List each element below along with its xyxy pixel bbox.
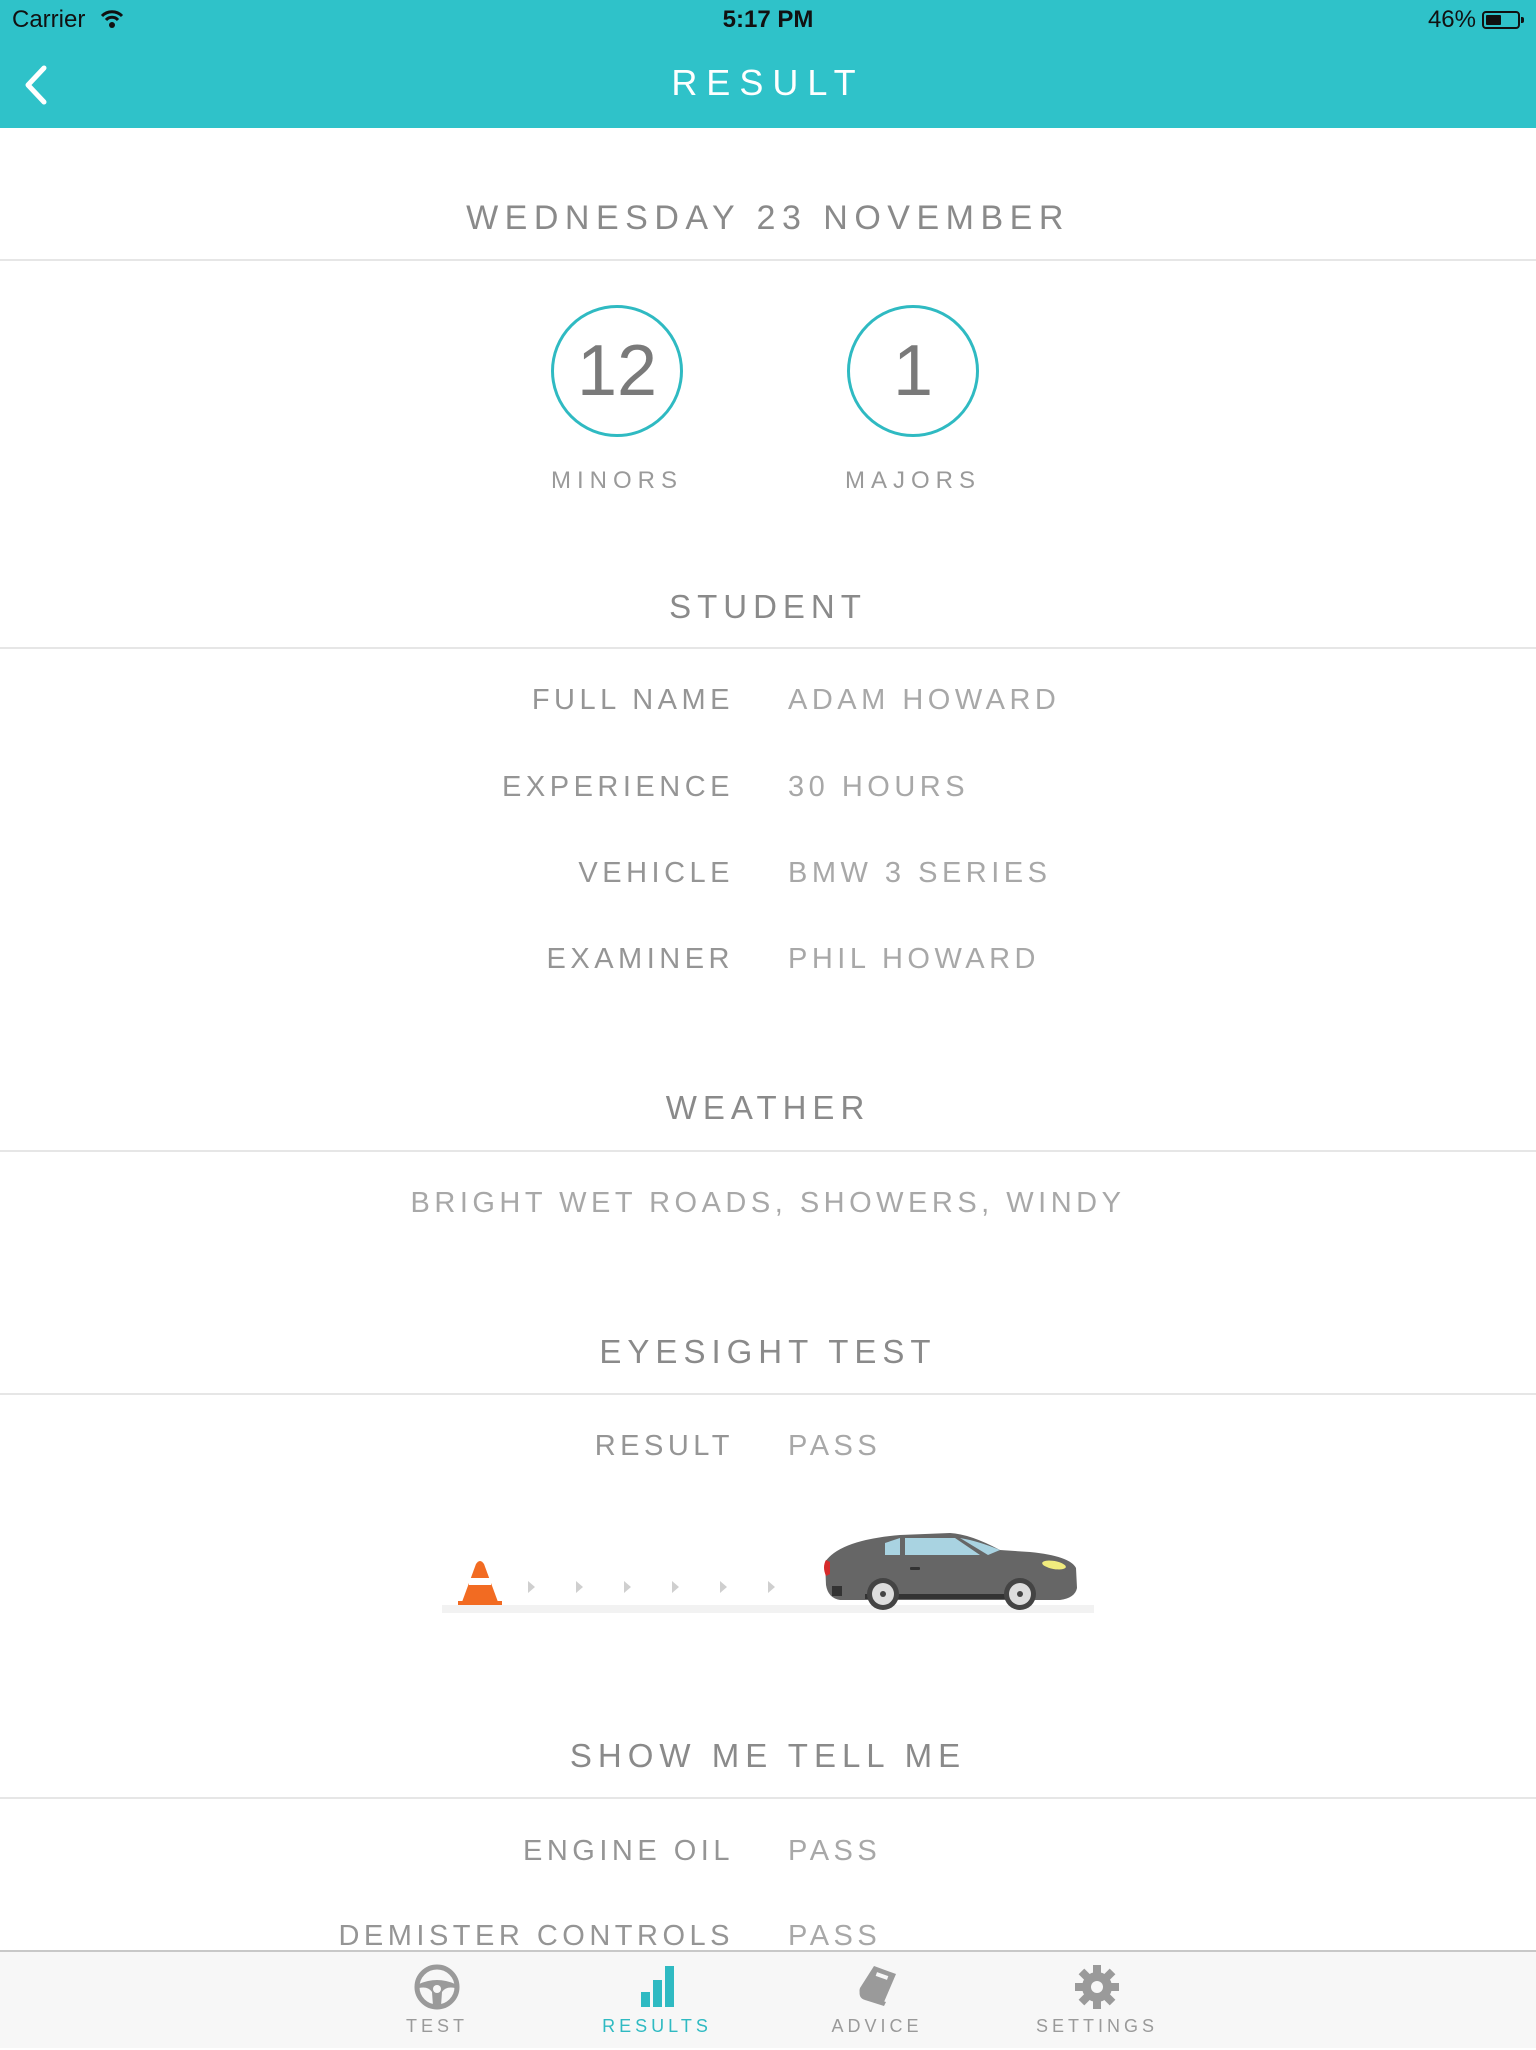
tab-label: RESULTS xyxy=(602,2016,712,2036)
examiner-value: PHIL HOWARD xyxy=(788,943,1040,975)
minors-count: 12 xyxy=(551,305,683,437)
weather-value: BRIGHT WET ROADS, SHOWERS, WINDY xyxy=(410,1187,1126,1219)
road xyxy=(442,1605,1094,1613)
car-icon xyxy=(824,1533,1077,1610)
full-name-value: ADAM HOWARD xyxy=(788,684,1061,716)
section-title-show-me-tell-me: SHOW ME TELL ME xyxy=(569,1737,967,1774)
battery-icon xyxy=(1482,11,1524,29)
tab-results[interactable]: RESULTS xyxy=(567,1952,747,2050)
navigation-bar: RESULT xyxy=(0,40,1536,128)
page-title: RESULT xyxy=(671,62,865,103)
section-title-student: STUDENT xyxy=(669,588,867,625)
gear-icon xyxy=(1075,1965,1119,2009)
experience-label: EXPERIENCE xyxy=(502,771,734,803)
book-icon xyxy=(859,1966,896,2006)
eyesight-result-label: RESULT xyxy=(594,1430,734,1462)
traffic-cone-icon xyxy=(458,1561,502,1605)
bar-chart-icon xyxy=(641,1966,674,2007)
section-title-eyesight: EYESIGHT TEST xyxy=(599,1333,937,1370)
tab-label: ADVICE xyxy=(831,2016,923,2036)
divider xyxy=(0,1393,1536,1395)
vehicle-value: BMW 3 SERIES xyxy=(788,857,1052,889)
examiner-label: EXAMINER xyxy=(546,943,734,975)
majors-label: MAJORS xyxy=(844,467,981,494)
reverse-arrows xyxy=(528,1581,775,1593)
battery-percent: 46% xyxy=(1427,6,1476,33)
steering-wheel-icon xyxy=(414,1964,460,2010)
section-title-weather: WEATHER xyxy=(665,1089,871,1126)
tab-settings[interactable]: SETTINGS xyxy=(1007,1952,1187,2050)
divider xyxy=(0,1150,1536,1152)
status-bar: Carrier 5:17 PM 46% xyxy=(0,0,1536,40)
demister-controls-label: DEMISTER CONTROLS xyxy=(338,1920,734,1952)
eyesight-result-value: PASS xyxy=(788,1430,882,1462)
tab-bar: TEST RESULTS ADVICE SETTINGS xyxy=(0,1950,1536,2048)
tab-label: TEST xyxy=(405,2016,468,2036)
tab-label: SETTINGS xyxy=(1035,2016,1158,2036)
divider xyxy=(0,647,1536,649)
full-name-label: FULL NAME xyxy=(531,684,734,716)
demister-controls-value: PASS xyxy=(788,1920,882,1952)
tab-advice[interactable]: ADVICE xyxy=(787,1952,967,2050)
engine-oil-value: PASS xyxy=(788,1835,882,1867)
date-heading: WEDNESDAY 23 NOVEMBER xyxy=(466,199,1070,237)
engine-oil-label: ENGINE OIL xyxy=(523,1835,734,1867)
car-reversing-to-cone-illustration xyxy=(442,1533,1094,1613)
divider xyxy=(0,259,1536,261)
minors-label: MINORS xyxy=(551,467,683,494)
experience-value: 30 HOURS xyxy=(788,771,970,803)
tab-test[interactable]: TEST xyxy=(347,1952,527,2050)
majors-count: 1 xyxy=(847,305,979,437)
divider xyxy=(0,1797,1536,1799)
vehicle-label: VEHICLE xyxy=(578,857,734,889)
clock: 5:17 PM xyxy=(722,6,814,33)
